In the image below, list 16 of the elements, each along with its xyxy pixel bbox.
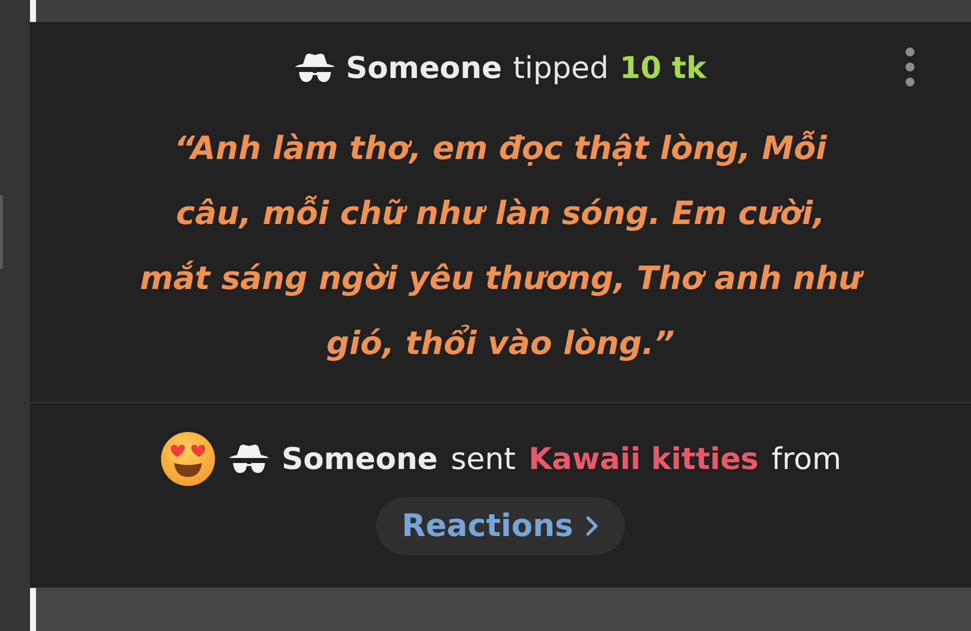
reactions-button[interactable]: Reactions	[376, 497, 626, 555]
more-options-icon	[903, 46, 917, 88]
sender-name: Someone	[282, 442, 438, 476]
chevron-right-icon	[585, 515, 600, 537]
more-options-button[interactable]	[903, 46, 917, 88]
sender-name: Someone	[346, 50, 502, 86]
incognito-icon	[228, 443, 269, 475]
tip-amount: 10 tk	[620, 50, 706, 86]
gift-name: Kawaii kitties	[528, 442, 759, 476]
gift-action-text: sent	[450, 442, 516, 476]
gift-source-text: from	[772, 442, 842, 476]
tip-action-text: tipped	[512, 50, 609, 86]
scrollbar-thumb[interactable]	[0, 195, 3, 269]
tip-message: “Anh làm thơ, em đọc thật lòng, Mỗi câu, mỗi chữ như làn sóng. Em cười, mắt sáng ngời yêu thương, Thơ anh như gió, thổi vào lòng.”	[136, 116, 866, 376]
incognito-icon	[294, 52, 335, 84]
heart-eyes-emoji-icon	[160, 431, 216, 487]
